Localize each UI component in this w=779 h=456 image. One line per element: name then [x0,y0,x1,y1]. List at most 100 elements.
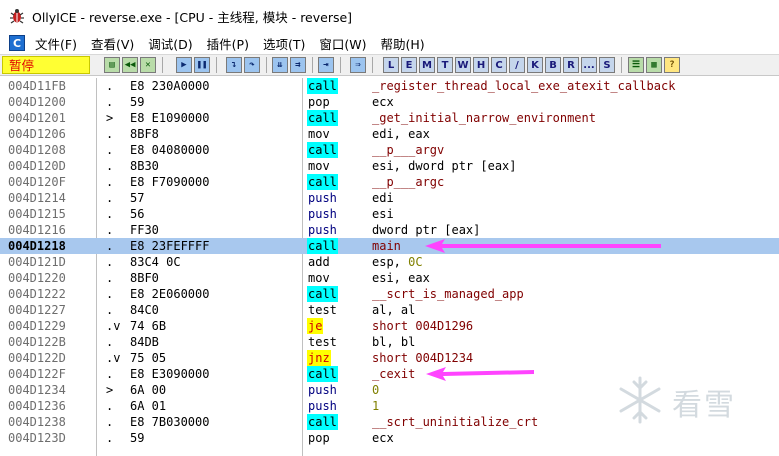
debugging-options-icon[interactable]: ☰ [628,57,644,73]
references-window-button[interactable]: R [563,57,579,73]
disassembly-row[interactable]: 004D1200. 59 pop ecx [0,94,779,110]
disassembly-row[interactable]: 004D1220. 8BF0 mov esi, eax [0,270,779,286]
threads-window-button[interactable]: T [437,57,453,73]
restart-icon[interactable]: ◀◀ [122,57,138,73]
instruction-hex: 59 [130,95,145,109]
menu-view[interactable]: 查看(V) [87,34,138,53]
instruction-mnemonic: call [307,366,338,382]
instruction-mnemonic: push [308,383,337,397]
jump-marker: . [106,255,114,269]
cpu-window-button[interactable]: C [491,57,507,73]
instruction-operands: _register_thread_local_exe_atexit_callba… [372,79,676,93]
title-bar: OllyICE - reverse.exe - [CPU - 主线程, 模块 -… [0,0,779,32]
instruction-hex: 8BF8 [130,127,159,141]
disassembly-row[interactable]: 004D122B. 84DB test bl, bl [0,334,779,350]
toolbar: 暂停 ▤ ◀◀ ✕ ▶ ❚❚ ↴ ↷ ⇊ ⇉ ⇥ ⇒ L E M T W H C… [0,54,779,76]
instruction-hex: 74 6B [130,319,167,333]
instruction-mnemonic: mov [308,127,330,141]
instruction-hex: FF30 [130,223,159,237]
instruction-address: 004D1200 [8,95,66,109]
run-icon[interactable]: ▶ [176,57,192,73]
instruction-mnemonic: add [308,255,330,269]
instruction-hex: E8 2E060000 [130,287,210,301]
instruction-mnemonic: push [308,191,337,205]
instruction-hex: E8 E3090000 [130,367,210,381]
disassembly-row[interactable]: 004D1222. E8 2E060000 call __scrt_is_manage… [0,286,779,302]
instruction-address: 004D120D [8,159,66,173]
jump-marker: . [106,415,114,429]
instruction-address: 004D1216 [8,223,66,237]
menu-window[interactable]: 窗口(W) [315,34,370,53]
patches-window-button[interactable]: / [509,57,525,73]
instruction-operands: __scrt_uninitialize_crt [372,415,539,429]
step-over-icon[interactable]: ↷ [244,57,260,73]
disassembly-row[interactable]: 004D1216. FF30 push dword ptr [eax] [0,222,779,238]
help-icon[interactable]: ? [664,57,680,73]
disassembly-row[interactable]: 004D1208. E8 04080000 call __p___argv [0,142,779,158]
instruction-mnemonic: call [307,110,338,126]
disassembly-row[interactable]: 004D1214. 57 push edi [0,190,779,206]
instruction-address: 004D120F [8,175,66,189]
log-window-button[interactable]: L [383,57,399,73]
menu-help[interactable]: 帮助(H) [376,34,428,53]
disassembly-row[interactable]: 004D122D .v 75 05 jnz short 004D1234 [0,350,779,366]
ollydbg-bug-icon [10,9,24,24]
jump-marker: . [106,223,114,237]
instruction-operands: 1 [372,399,380,413]
animate-into-icon[interactable]: ⇊ [272,57,288,73]
disassembly-row[interactable]: 004D120F. E8 F7090000 call __p___argc [0,174,779,190]
windows-window-button[interactable]: W [455,57,471,73]
instruction-address: 004D1236 [8,399,66,413]
jump-marker: . [106,175,114,189]
instruction-hex: E8 23FEFFFF [130,239,210,253]
modules-window-button[interactable]: E [401,57,417,73]
menu-plugins[interactable]: 插件(P) [203,34,253,53]
disassembly-row[interactable]: 004D121D. 83C4 0C add esp, 0C [0,254,779,270]
instruction-address: 004D122D [8,351,66,365]
instruction-operands: dword ptr [eax] [372,223,481,237]
instruction-hex: 59 [130,431,145,445]
disassembly-row[interactable]: 004D1227. 84C0 test al, al [0,302,779,318]
step-into-icon[interactable]: ↴ [226,57,242,73]
disassembly-row[interactable]: 004D1206. 8BF8 mov edi, eax [0,126,779,142]
disassembly-row[interactable]: 004D1215. 56 push esi [0,206,779,222]
instruction-mnemonic: jnz [307,350,331,366]
handles-window-button[interactable]: H [473,57,489,73]
instruction-hex: 8B30 [130,159,159,173]
appearance-icon[interactable]: ▦ [646,57,662,73]
instruction-hex: E8 04080000 [130,143,210,157]
execute-till-return-icon[interactable]: ⇥ [318,57,334,73]
instruction-hex: 6A 00 [130,383,167,397]
menu-options[interactable]: 选项(T) [259,34,309,53]
close-program-icon[interactable]: ✕ [140,57,156,73]
disassembly-row[interactable]: 004D1218. E8 23FEFFFF call main [0,238,779,254]
jump-marker: .v [106,351,121,365]
menu-debug[interactable]: 调试(D) [144,34,196,53]
instruction-mnemonic: call [307,286,338,302]
disassembly-row[interactable]: 004D120D. 8B30 mov esi, dword ptr [eax] [0,158,779,174]
disassembly-row[interactable]: 004D1201 > E8 E1090000 call _get_initial_nar… [0,110,779,126]
disassembly-row[interactable]: 004D11FB. E8 230A0000 call _register_thread… [0,78,779,94]
cpu-window-icon[interactable]: C [9,35,25,51]
pause-icon[interactable]: ❚❚ [194,57,210,73]
jump-marker: . [106,239,114,253]
instruction-hex: E8 E1090000 [130,111,210,125]
instruction-operands: esi, dword ptr [eax] [372,159,517,173]
jump-marker: . [106,143,114,157]
menu-file[interactable]: 文件(F) [31,34,81,53]
source-window-button[interactable]: S [599,57,615,73]
instruction-mnemonic: je [307,318,324,334]
call-stack-window-button[interactable]: K [527,57,543,73]
disassembly-pane[interactable]: 004D11FB. E8 230A0000 call _register_thread… [0,78,779,456]
instruction-mnemonic: mov [308,159,330,173]
open-file-icon[interactable]: ▤ [104,57,120,73]
instruction-operands: short 004D1234 [372,351,474,365]
memory-window-button[interactable]: M [419,57,435,73]
jump-marker: . [106,287,114,301]
animate-over-icon[interactable]: ⇉ [290,57,306,73]
jump-marker: . [106,127,114,141]
run-trace-window-button[interactable]: ... [581,57,597,73]
disassembly-row[interactable]: 004D1229 .v 74 6B je short 004D1296 [0,318,779,334]
breakpoints-window-button[interactable]: B [545,57,561,73]
go-to-origin-icon[interactable]: ⇒ [350,57,366,73]
